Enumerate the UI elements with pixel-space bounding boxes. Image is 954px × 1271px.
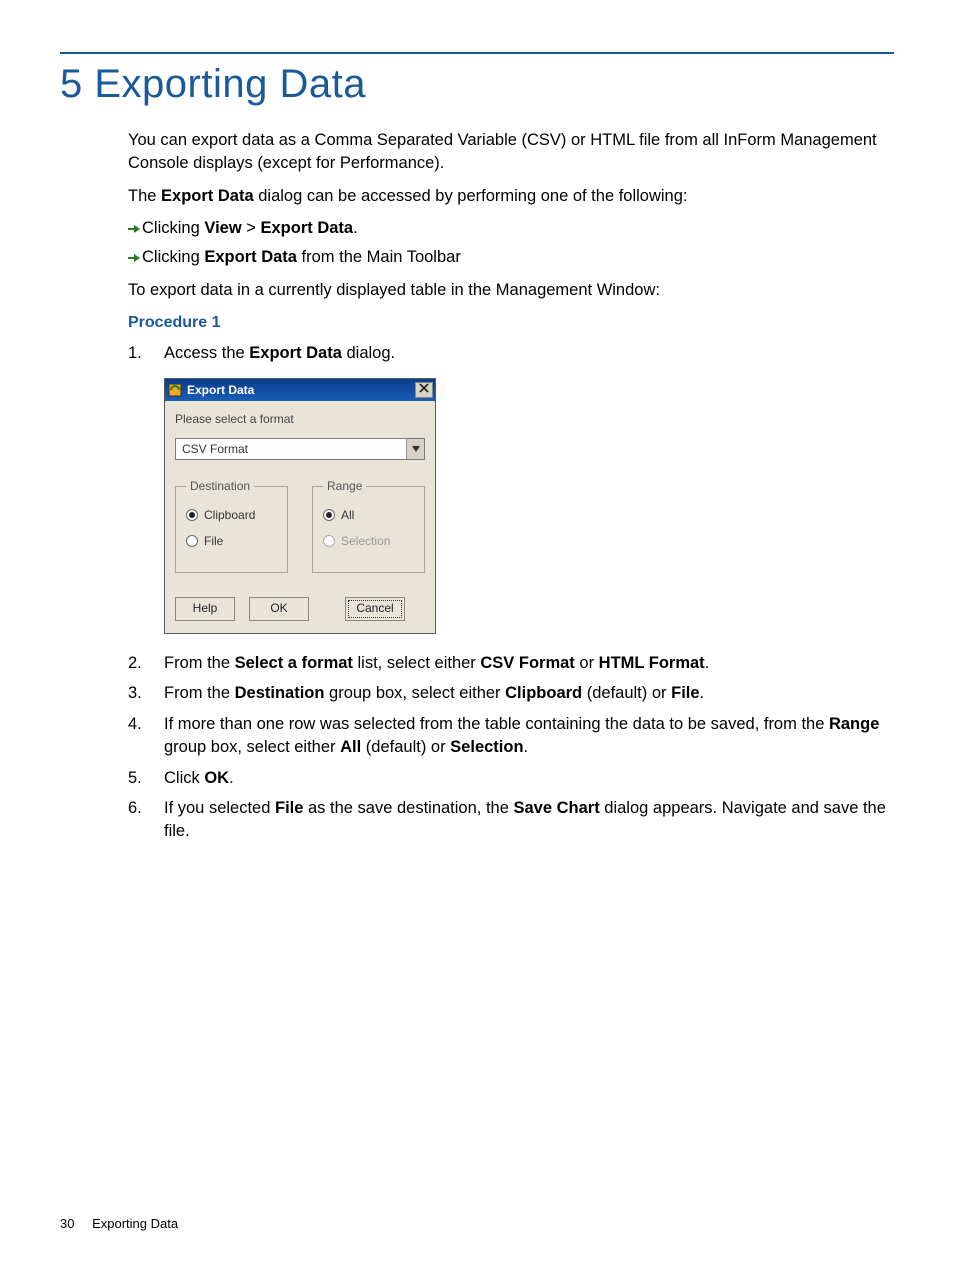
arrow-icon [128,224,140,234]
radio-label: File [204,533,223,550]
text-bold: CSV Format [480,654,574,672]
text-bold: File [275,799,303,817]
text-bold: File [671,684,699,702]
intro-paragraph: You can export data as a Comma Separated… [128,129,894,175]
export-lead-paragraph: To export data in a currently displayed … [128,279,894,302]
text: (default) or [361,738,450,756]
radio-label: Clipboard [204,507,255,524]
text: From the [164,684,235,702]
text: . [353,219,358,237]
text-bold: Destination [235,684,325,702]
text-bold: View [204,219,241,237]
range-all-radio[interactable]: All [323,507,414,524]
destination-clipboard-radio[interactable]: Clipboard [186,507,277,524]
radio-label: All [341,507,354,524]
bullet-item: Clicking View > Export Data. [128,217,894,240]
text-bold: OK [204,769,229,787]
procedure-step: 4. If more than one row was selected fro… [128,713,894,759]
destination-file-radio[interactable]: File [186,533,277,550]
procedure-step: 3. From the Destination group box, selec… [128,682,894,705]
arrow-icon [128,253,140,263]
footer-section: Exporting Data [92,1216,178,1231]
step-number: 2. [128,652,164,675]
close-button[interactable] [415,382,433,398]
text-bold: Export Data [161,187,254,205]
close-icon [419,383,429,398]
help-button[interactable]: Help [175,597,235,621]
text: as the save destination, the [303,799,513,817]
chapter-title: 5 Exporting Data [60,62,894,107]
step-number: 5. [128,767,164,790]
text: group box, select either [164,738,340,756]
range-selection-radio: Selection [323,533,414,550]
text-bold: Export Data [249,344,342,362]
procedure-step: 2. From the Select a format list, select… [128,652,894,675]
radio-icon [186,509,198,521]
format-prompt-label: Please select a format [175,411,425,428]
text: from the Main Toolbar [297,248,461,266]
text-bold: Range [829,715,879,733]
export-data-dialog-figure: Export Data Please select a format CSV F… [164,378,894,633]
text: If more than one row was selected from t… [164,715,829,733]
bullet-item: Clicking Export Data from the Main Toolb… [128,246,894,269]
step-number: 1. [128,342,164,365]
dialog-title: Export Data [187,382,415,399]
text: dialog. [342,344,395,362]
dialog-titlebar: Export Data [165,379,435,401]
text: . [524,738,529,756]
radio-icon [186,535,198,547]
dropdown-arrow-icon [406,439,424,459]
text: > [242,219,261,237]
ok-button[interactable]: OK [249,597,309,621]
procedure-step: 1. Access the Export Data dialog. [128,342,894,365]
step-number: 6. [128,797,164,843]
text: If you selected [164,799,275,817]
text: dialog can be accessed by performing one… [254,187,688,205]
text: Clicking [142,248,204,266]
page-number: 30 [60,1216,74,1231]
text-bold: Selection [450,738,523,756]
text: or [575,654,599,672]
top-rule [60,52,894,54]
radio-icon [323,535,335,547]
radio-icon [323,509,335,521]
procedure-label: Procedure 1 [128,312,894,334]
text: . [700,684,705,702]
text: group box, select either [324,684,505,702]
text: The [128,187,161,205]
text: Access the [164,344,249,362]
radio-label: Selection [341,533,390,550]
export-data-dialog: Export Data Please select a format CSV F… [164,378,436,633]
text: Clicking [142,219,204,237]
access-paragraph: The Export Data dialog can be accessed b… [128,185,894,208]
cancel-button[interactable]: Cancel [345,597,405,621]
destination-legend: Destination [186,478,254,495]
text-bold: Export Data [260,219,353,237]
text: . [229,769,234,787]
procedure-step: 5. Click OK. [128,767,894,790]
app-icon [167,382,183,398]
text-bold: Save Chart [513,799,599,817]
format-select[interactable]: CSV Format [175,438,425,460]
text-bold: Select a format [235,654,353,672]
text: Click [164,769,204,787]
format-select-value: CSV Format [182,441,248,458]
page-footer: 30 Exporting Data [60,1216,178,1231]
text-bold: Clipboard [505,684,582,702]
text-bold: Export Data [204,248,297,266]
procedure-step: 6. If you selected File as the save dest… [128,797,894,843]
range-groupbox: Range All Selection [312,478,425,573]
text-bold: All [340,738,361,756]
destination-groupbox: Destination Clipboard File [175,478,288,573]
step-number: 4. [128,713,164,759]
range-legend: Range [323,478,366,495]
text-bold: HTML Format [599,654,705,672]
text: list, select either [353,654,480,672]
text: . [705,654,710,672]
text: (default) or [582,684,671,702]
step-number: 3. [128,682,164,705]
text: From the [164,654,235,672]
